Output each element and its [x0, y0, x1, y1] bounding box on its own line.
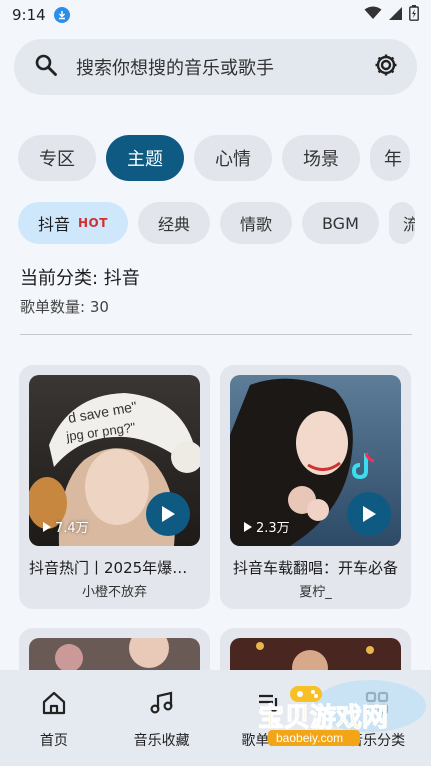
play-small-icon	[43, 521, 51, 532]
play-count-value: 7.4万	[55, 521, 89, 536]
download-icon	[53, 7, 70, 23]
subcategory-chip-bgm[interactable]: BGM	[301, 202, 379, 244]
divider	[20, 334, 412, 335]
category-chip-year[interactable]: 年	[370, 135, 410, 181]
category-grid-icon	[366, 691, 389, 715]
play-icon	[162, 506, 175, 522]
subcategory-chip-popular[interactable]: 流	[388, 202, 415, 244]
nav-label: 音乐分类	[349, 733, 406, 749]
wifi-icon	[364, 6, 382, 24]
playlist-count: 歌单数量: 30	[20, 298, 109, 316]
search-icon[interactable]	[34, 53, 58, 81]
hot-badge: HOT	[78, 216, 108, 230]
subcategory-chip-love-songs[interactable]: 情歌	[219, 202, 292, 244]
playlist-card[interactable]: d save me" jpg or png?" 7.4万 抖音热门丨2025年爆…	[19, 365, 210, 609]
playlist-card[interactable]: 2.3万 抖音车载翻唱：开车必备 夏柠_	[220, 365, 411, 609]
bottom-nav: 首页 音乐收藏 歌单列表 音乐分类	[0, 670, 431, 766]
playlist-cover[interactable]: 2.3万	[230, 375, 401, 546]
search-input[interactable]: 搜索你想搜的音乐或歌手	[76, 54, 373, 80]
play-button[interactable]	[146, 492, 190, 536]
playlist-name: 抖音热门丨2025年爆款热歌	[29, 559, 200, 577]
play-count: 7.4万	[43, 517, 89, 536]
play-count-value: 2.3万	[256, 521, 290, 536]
playlist-icon	[259, 694, 278, 713]
subcategory-chip-douyin[interactable]: 抖音 HOT	[18, 202, 128, 244]
subcategory-tabs: 抖音 HOT 经典 情歌 BGM 流	[18, 202, 415, 244]
music-note-icon	[150, 691, 173, 714]
nav-item-home[interactable]: 首页	[0, 670, 108, 766]
signal-icon	[388, 6, 403, 25]
playlist-author: 夏柠_	[299, 585, 332, 600]
nav-item-playlists[interactable]: 歌单列表	[216, 670, 324, 766]
current-category-info: 当前分类: 抖音 歌单数量: 30	[20, 264, 140, 317]
play-icon	[363, 506, 376, 522]
category-chip-theme[interactable]: 主题	[106, 135, 184, 181]
nav-item-favorites[interactable]: 音乐收藏	[108, 670, 216, 766]
status-bar: 9:14	[0, 0, 431, 30]
play-count: 2.3万	[244, 517, 290, 536]
play-small-icon	[244, 521, 252, 532]
play-button[interactable]	[347, 492, 391, 536]
nav-label: 音乐收藏	[133, 733, 190, 749]
battery-icon	[409, 5, 419, 25]
category-chip-mood[interactable]: 心情	[194, 135, 272, 181]
current-category-title: 当前分类: 抖音	[20, 268, 140, 289]
subcategory-chip-classic[interactable]: 经典	[137, 202, 210, 244]
nav-label: 首页	[39, 733, 68, 749]
search-bar[interactable]: 搜索你想搜的音乐或歌手	[14, 39, 417, 95]
category-tabs: 专区 主题 心情 场景 年	[18, 135, 410, 181]
playlist-author: 小橙不放弃	[81, 585, 147, 600]
category-chip-zone[interactable]: 专区	[18, 135, 96, 181]
subcategory-label: 抖音	[38, 215, 71, 234]
category-chip-scene[interactable]: 场景	[282, 135, 360, 181]
gear-icon[interactable]	[373, 52, 399, 82]
status-time: 9:14	[12, 6, 46, 24]
playlist-cover[interactable]: d save me" jpg or png?" 7.4万	[29, 375, 200, 546]
home-icon	[42, 691, 65, 715]
nav-item-categories[interactable]: 音乐分类	[323, 670, 431, 766]
nav-label: 歌单列表	[241, 733, 298, 749]
playlist-name: 抖音车载翻唱：开车必备	[232, 559, 398, 577]
